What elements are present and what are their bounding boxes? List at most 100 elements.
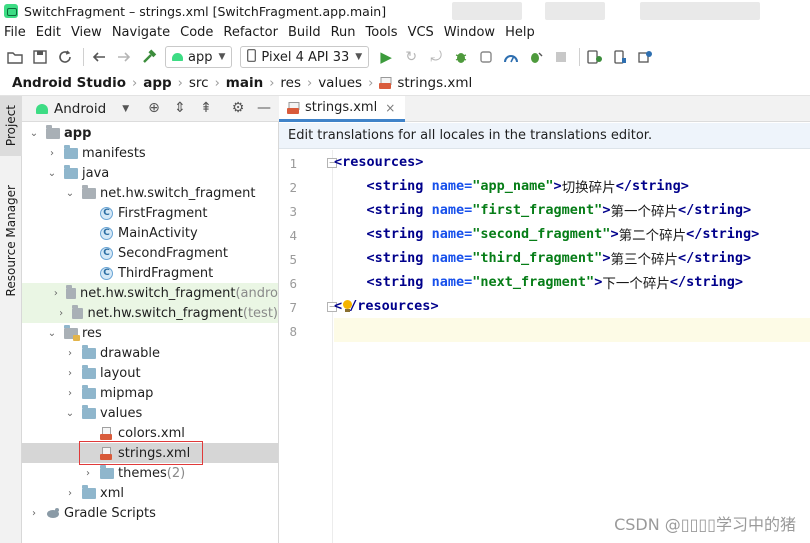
tree-folder-item[interactable]: ⌄ values bbox=[22, 403, 278, 423]
translations-notice-text[interactable]: Edit translations for all locales in the… bbox=[288, 128, 652, 143]
menu-refactor[interactable]: Refactor bbox=[223, 25, 278, 40]
code-line[interactable]: < string name = " next_fragment " > 下一个碎片 </stri… bbox=[334, 270, 810, 294]
device-manager-icon[interactable] bbox=[586, 48, 604, 66]
chevron-right-icon[interactable]: › bbox=[46, 148, 58, 159]
resource-manager-tab[interactable]: Resource Manager bbox=[0, 178, 22, 304]
code-line[interactable]: < string name = " first_fragment " > 第一个碎片 </str… bbox=[334, 198, 810, 222]
blurred-region bbox=[452, 2, 522, 20]
chevron-right-icon[interactable]: › bbox=[64, 348, 76, 359]
gear-icon[interactable]: ⚙ bbox=[230, 100, 246, 116]
breadcrumb-item[interactable]: main bbox=[226, 75, 263, 91]
tree-folder-item[interactable]: › themes (2) bbox=[22, 463, 278, 483]
tree-file-item[interactable]: strings.xml bbox=[22, 443, 278, 463]
chevron-down-icon[interactable]: ⌄ bbox=[64, 408, 76, 419]
code-line[interactable] bbox=[334, 318, 810, 342]
debug-icon[interactable] bbox=[452, 48, 470, 66]
chevron-right-icon[interactable]: › bbox=[82, 468, 94, 479]
close-icon[interactable]: × bbox=[385, 101, 395, 115]
tree-folder-item[interactable]: › net.hw.switch_fragment (andro bbox=[22, 283, 278, 303]
tree-file-item[interactable]: C SecondFragment bbox=[22, 243, 278, 263]
breadcrumb-item[interactable]: strings.xml bbox=[397, 75, 472, 91]
menu-tools[interactable]: Tools bbox=[366, 25, 398, 40]
device-mirror-icon[interactable] bbox=[611, 48, 629, 66]
menu-view[interactable]: View bbox=[71, 25, 102, 40]
line-number: 8 bbox=[289, 324, 297, 339]
run-icon[interactable]: ▶ bbox=[377, 48, 395, 66]
editor-tab-strings-xml[interactable]: strings.xml × bbox=[279, 96, 406, 122]
menu-window[interactable]: Window bbox=[444, 25, 495, 40]
tree-file-item[interactable]: C ThirdFragment bbox=[22, 263, 278, 283]
breadcrumb-item[interactable]: values bbox=[318, 75, 362, 91]
profile-icon[interactable] bbox=[477, 48, 495, 66]
code-token: = bbox=[464, 250, 473, 266]
tree-folder-item[interactable]: › Gradle Scripts bbox=[22, 503, 278, 523]
tree-file-item[interactable]: C FirstFragment bbox=[22, 203, 278, 223]
chevron-right-icon[interactable]: › bbox=[64, 488, 76, 499]
tree-file-item[interactable]: C MainActivity bbox=[22, 223, 278, 243]
back-arrow-icon[interactable] bbox=[90, 48, 108, 66]
chevron-right-icon[interactable]: › bbox=[52, 288, 60, 299]
lightbulb-icon[interactable] bbox=[342, 299, 353, 313]
breadcrumb-item[interactable]: app bbox=[143, 75, 171, 91]
tree-folder-item[interactable]: ⌄ net.hw.switch_fragment bbox=[22, 183, 278, 203]
tree-folder-item[interactable]: › drawable bbox=[22, 343, 278, 363]
tree-folder-item[interactable]: › manifests bbox=[22, 143, 278, 163]
apply-code-changes-icon[interactable]: ⤾ bbox=[427, 48, 445, 66]
chevron-down-icon[interactable]: ⌄ bbox=[64, 188, 76, 199]
save-all-icon[interactable] bbox=[31, 48, 49, 66]
stop-icon[interactable] bbox=[552, 48, 570, 66]
menu-build[interactable]: Build bbox=[288, 25, 321, 40]
menu-edit[interactable]: Edit bbox=[36, 25, 61, 40]
code-line[interactable]: < resources > bbox=[334, 150, 810, 174]
sync-icon[interactable] bbox=[56, 48, 74, 66]
tree-folder-item[interactable]: ⌄ java bbox=[22, 163, 278, 183]
tree-folder-item[interactable]: › mipmap bbox=[22, 383, 278, 403]
open-folder-icon[interactable] bbox=[6, 48, 24, 66]
chevron-right-icon[interactable]: › bbox=[28, 508, 40, 519]
expand-all-icon[interactable]: ⇕ bbox=[172, 100, 188, 116]
menu-vcs[interactable]: VCS bbox=[408, 25, 434, 40]
tree-file-item[interactable]: colors.xml bbox=[22, 423, 278, 443]
crosshair-icon[interactable]: ⊕ bbox=[146, 100, 162, 116]
hammer-build-icon[interactable] bbox=[140, 48, 158, 66]
menu-file[interactable]: File bbox=[4, 25, 26, 40]
line-number: 3 bbox=[289, 204, 297, 219]
project-view-select[interactable]: Android bbox=[54, 101, 106, 117]
collapse-all-icon[interactable]: ⇞ bbox=[198, 100, 214, 116]
device-select[interactable]: Pixel 4 API 33 ▼ bbox=[240, 46, 370, 68]
tree-folder-item[interactable]: › layout bbox=[22, 363, 278, 383]
chevron-right-icon[interactable]: › bbox=[64, 368, 76, 379]
chevron-down-icon[interactable]: ⌄ bbox=[28, 128, 40, 139]
menu-run[interactable]: Run bbox=[331, 25, 356, 40]
menu-navigate[interactable]: Navigate bbox=[112, 25, 170, 40]
code-line[interactable]: < string name = " app_name " > 切换碎片 </string > bbox=[334, 174, 810, 198]
chevron-right-icon[interactable]: › bbox=[56, 308, 66, 319]
run-configuration-select[interactable]: app ▼ bbox=[165, 46, 233, 68]
breadcrumb-item[interactable]: src bbox=[189, 75, 209, 91]
chevron-right-icon[interactable]: › bbox=[64, 388, 76, 399]
code-token: string bbox=[374, 250, 424, 266]
chevron-down-icon[interactable]: ⌄ bbox=[46, 168, 58, 179]
tree-folder-item[interactable]: ⌄ res bbox=[22, 323, 278, 343]
minimize-icon[interactable]: — bbox=[256, 100, 272, 116]
tree-folder-item[interactable]: ⌄ app bbox=[22, 123, 278, 143]
tree-folder-item[interactable]: › net.hw.switch_fragment (test) bbox=[22, 303, 278, 323]
forward-arrow-icon[interactable] bbox=[115, 48, 133, 66]
menu-help[interactable]: Help bbox=[505, 25, 535, 40]
chevron-down-icon[interactable]: ⌄ bbox=[46, 328, 58, 339]
apply-changes-icon[interactable]: ↻ bbox=[402, 48, 420, 66]
attach-debugger-icon[interactable] bbox=[527, 48, 545, 66]
code-line[interactable]: < string name = " third_fragment " > 第三个碎片 </str… bbox=[334, 246, 810, 270]
project-tool-tab[interactable]: Project bbox=[0, 96, 22, 156]
code-editor[interactable]: < resources > < string name = " app_name " > 切换碎片… bbox=[334, 150, 810, 543]
breadcrumb-item[interactable]: res bbox=[280, 75, 301, 91]
menu-code[interactable]: Code bbox=[180, 25, 213, 40]
chevron-down-icon[interactable]: ▼ bbox=[122, 104, 129, 114]
code-token: string bbox=[374, 274, 424, 290]
breadcrumb-item[interactable]: Android Studio bbox=[12, 75, 126, 91]
profiler-gauge-icon[interactable] bbox=[502, 48, 520, 66]
code-line[interactable]: < / resources > bbox=[334, 294, 810, 318]
tree-folder-item[interactable]: › xml bbox=[22, 483, 278, 503]
code-line[interactable]: < string name = " second_fragment " > 第二个碎片 </st… bbox=[334, 222, 810, 246]
sdk-manager-icon[interactable] bbox=[636, 48, 654, 66]
